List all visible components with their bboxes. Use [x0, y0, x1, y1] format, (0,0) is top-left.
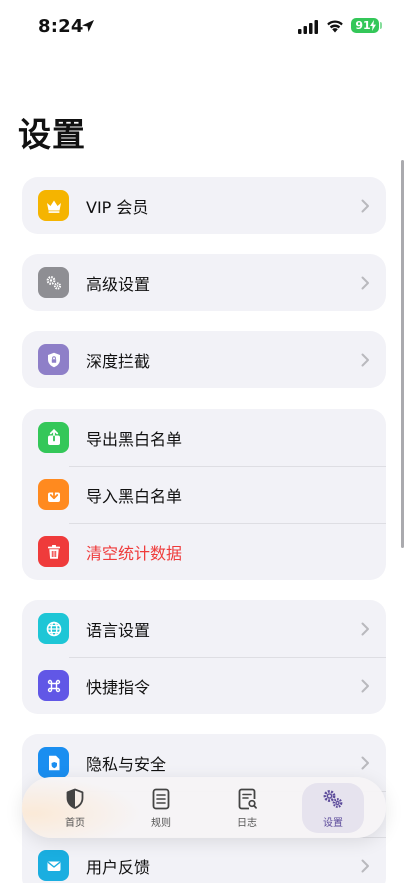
tab-bar: 首页 规则 日志 设置	[22, 777, 386, 838]
row-export-label: 导出黑白名单	[86, 429, 183, 449]
row-privacy-label: 隐私与安全	[86, 754, 167, 774]
group-advanced: 高级设置	[22, 254, 386, 311]
command-key-icon	[38, 670, 69, 701]
row-feedback-label: 用户反馈	[86, 857, 151, 877]
row-shortcuts[interactable]: 快捷指令	[22, 657, 386, 714]
tab-home[interactable]: 首页	[44, 783, 106, 833]
shield-lock-icon	[38, 344, 69, 375]
list-document-icon	[152, 788, 170, 809]
status-time: 8:24	[38, 16, 84, 37]
gears-icon	[323, 789, 343, 808]
trash-icon	[38, 536, 69, 567]
row-import-label: 导入黑白名单	[86, 486, 183, 506]
globe-icon	[38, 613, 69, 644]
row-clear-label: 清空统计数据	[86, 543, 183, 563]
row-deep-block[interactable]: 深度拦截	[22, 331, 386, 388]
status-bar: 8:24 91	[0, 0, 408, 54]
chevron-right-icon	[361, 679, 369, 692]
scroll-indicator[interactable]	[401, 160, 404, 548]
group-preferences: 语言设置 快捷指令	[22, 600, 386, 714]
export-icon	[38, 422, 69, 453]
row-clear-statistics[interactable]: 清空统计数据	[22, 523, 386, 580]
tab-settings-label: 设置	[323, 817, 343, 829]
chevron-right-icon	[361, 622, 369, 635]
row-vip-label: VIP 会员	[86, 197, 149, 217]
mail-icon	[38, 850, 69, 881]
import-icon	[38, 479, 69, 510]
wifi-icon	[327, 20, 343, 33]
battery-indicator: 91	[351, 18, 379, 33]
battery-cap	[380, 22, 382, 29]
row-language-settings[interactable]: 语言设置	[22, 600, 386, 657]
document-search-icon	[238, 788, 257, 809]
tab-settings[interactable]: 设置	[302, 782, 364, 833]
row-export-lists[interactable]: 导出黑白名单	[22, 409, 386, 466]
chevron-right-icon	[361, 353, 369, 366]
row-vip-membership[interactable]: VIP 会员	[22, 177, 386, 234]
tab-rules[interactable]: 规则	[130, 783, 192, 833]
tab-logs[interactable]: 日志	[216, 783, 278, 833]
battery-level: 91	[355, 19, 371, 32]
crown-icon	[38, 190, 69, 221]
row-shortcuts-label: 快捷指令	[86, 677, 151, 697]
row-advanced-settings[interactable]: 高级设置	[22, 254, 386, 311]
tab-rules-label: 规则	[151, 817, 171, 829]
cellular-signal-icon	[298, 20, 318, 34]
chevron-right-icon	[361, 199, 369, 212]
tab-home-label: 首页	[65, 817, 85, 829]
row-deep-block-label: 深度拦截	[86, 351, 151, 371]
row-import-lists[interactable]: 导入黑白名单	[22, 466, 386, 523]
charging-bolt-icon	[370, 20, 376, 31]
group-vip: VIP 会员	[22, 177, 386, 234]
page-title: 设置	[18, 115, 86, 154]
group-deep-block: 深度拦截	[22, 331, 386, 388]
gears-icon	[38, 267, 69, 298]
chevron-right-icon	[361, 859, 369, 872]
tab-logs-label: 日志	[237, 817, 257, 829]
row-user-feedback[interactable]: 用户反馈	[22, 837, 386, 883]
group-data-management: 导出黑白名单 导入黑白名单 清空统计数据	[22, 409, 386, 580]
shield-icon	[66, 788, 84, 809]
location-arrow-icon	[82, 20, 94, 32]
chevron-right-icon	[361, 276, 369, 289]
privacy-document-icon	[38, 747, 69, 778]
row-language-label: 语言设置	[86, 620, 151, 640]
row-advanced-label: 高级设置	[86, 274, 151, 294]
chevron-right-icon	[361, 756, 369, 769]
